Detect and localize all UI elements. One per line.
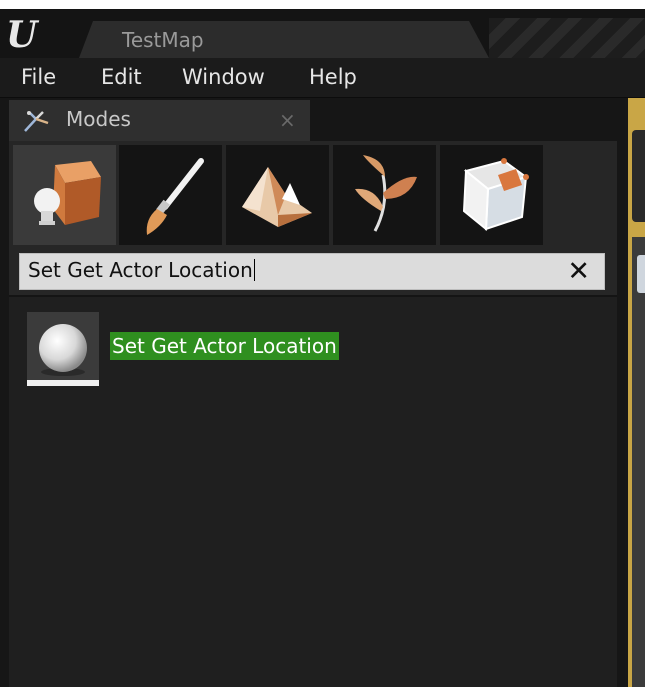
unreal-logo-icon[interactable]: U [6,17,52,53]
results-list: Set Get Actor Location [9,297,617,687]
menu-bar: File Edit Window Help [0,58,645,98]
mode-tab-strip [9,141,617,245]
result-label: Set Get Actor Location [110,332,339,360]
tab-foliage-mode[interactable] [333,145,436,245]
menu-help[interactable]: Help [309,65,357,89]
modes-panel-tab[interactable]: Modes × [9,100,310,141]
modes-icon [24,111,49,132]
viewport-toolbar-edge [632,130,645,222]
place-mode-icon [34,161,101,225]
search-input-value: Set Get Actor Location [28,258,253,282]
editor-window: U TestMap File Edit Window Help Modes × [0,0,645,687]
viewport-area[interactable] [632,237,645,687]
modes-panel: Set Get Actor Location ✕ Set Get Actor L… [9,141,617,687]
search-input[interactable]: Set Get Actor Location ✕ [19,253,605,290]
modes-tab-close-button[interactable]: × [279,108,296,132]
tab-landscape-mode[interactable] [226,145,329,245]
foliage-leaf-icon [355,155,417,232]
menu-edit[interactable]: Edit [101,65,142,89]
menu-window[interactable]: Window [182,65,265,89]
text-caret [253,259,255,281]
modes-tab-label: Modes [66,107,131,131]
sphere-actor-icon [27,312,99,386]
tab-geometry-mode[interactable] [440,145,543,245]
viewport-button-edge[interactable] [637,255,645,293]
sphere-icon [39,324,87,376]
geometry-cube-icon [462,158,529,232]
list-item[interactable]: Set Get Actor Location [27,312,367,387]
landscape-mountain-icon [242,167,312,227]
paint-brush-icon [146,158,204,235]
menu-file[interactable]: File [21,65,56,89]
thumbnail-underline [27,380,99,386]
title-bar: U TestMap [0,9,645,67]
tab-place-mode[interactable] [13,145,116,245]
tab-paint-mode[interactable] [119,145,222,245]
document-tab-label: TestMap [122,28,204,52]
clear-search-button[interactable]: ✕ [567,254,590,289]
